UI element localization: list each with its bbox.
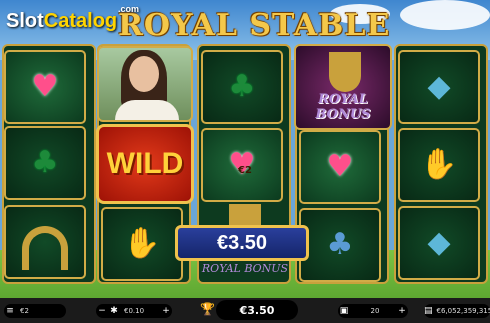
plus-icon[interactable]: +	[160, 306, 172, 316]
club-icon: ♣	[228, 69, 256, 104]
symbol-heart: ♥	[4, 50, 86, 124]
symbol-diamond: ◆	[398, 206, 480, 280]
heart-icon: ♥	[31, 69, 59, 104]
diamond-icon: ◆	[427, 225, 451, 260]
bet-icon: ≡	[6, 306, 14, 316]
gloves-icon: ✋	[420, 147, 458, 182]
portrait-face	[129, 56, 159, 92]
symbol-gloves: ✋	[101, 207, 183, 281]
symbol-club: ♣	[299, 208, 381, 282]
win-amount-badge: €3.50	[175, 225, 309, 261]
royal-bonus-label: ROYAL BONUS	[201, 262, 289, 275]
gloves-icon: ✋	[123, 226, 161, 261]
balance-icon: ▤	[424, 306, 433, 316]
coin-icon: ✱	[110, 306, 118, 316]
heart-icon: ♥	[326, 149, 354, 184]
symbol-diamond: ◆	[398, 50, 480, 124]
symbol-value-label: €2	[238, 164, 252, 176]
symbol-royal-bonus: ROYAL BONUS	[294, 44, 392, 130]
last-win-display: €3.50	[216, 300, 298, 320]
cloud	[400, 0, 490, 30]
bet-control[interactable]: ≡ €2	[4, 304, 66, 318]
autoplay-icon: ▣	[339, 306, 349, 316]
plus-icon[interactable]: +	[396, 306, 408, 316]
trophy-icon: 🏆	[200, 302, 215, 316]
minus-icon[interactable]: −	[96, 306, 108, 316]
watermark-logo: SlotCatalog .com	[6, 4, 140, 32]
symbol-club: ♣	[201, 50, 283, 124]
symbol-rider-portrait	[97, 46, 193, 122]
horseshoe-icon	[22, 226, 68, 270]
coin-value-control[interactable]: − ✱ €0.10 +	[96, 304, 172, 318]
club-icon: ♣	[326, 227, 354, 262]
game-title: ROYAL STABLE	[118, 8, 391, 43]
balance-display: ▤ €6,052,359,315	[424, 304, 490, 318]
diamond-icon: ◆	[427, 69, 451, 104]
symbol-gloves: ✋	[398, 128, 480, 202]
symbol-wild: WILD	[96, 124, 194, 204]
trophy-cup-icon	[329, 52, 361, 92]
symbol-heart: ♥	[299, 130, 381, 204]
symbol-club: ♣	[4, 126, 86, 200]
portrait-shirt	[115, 100, 179, 120]
club-icon: ♣	[31, 145, 59, 180]
autoplay-control[interactable]: ▣ 20 +	[338, 304, 408, 318]
